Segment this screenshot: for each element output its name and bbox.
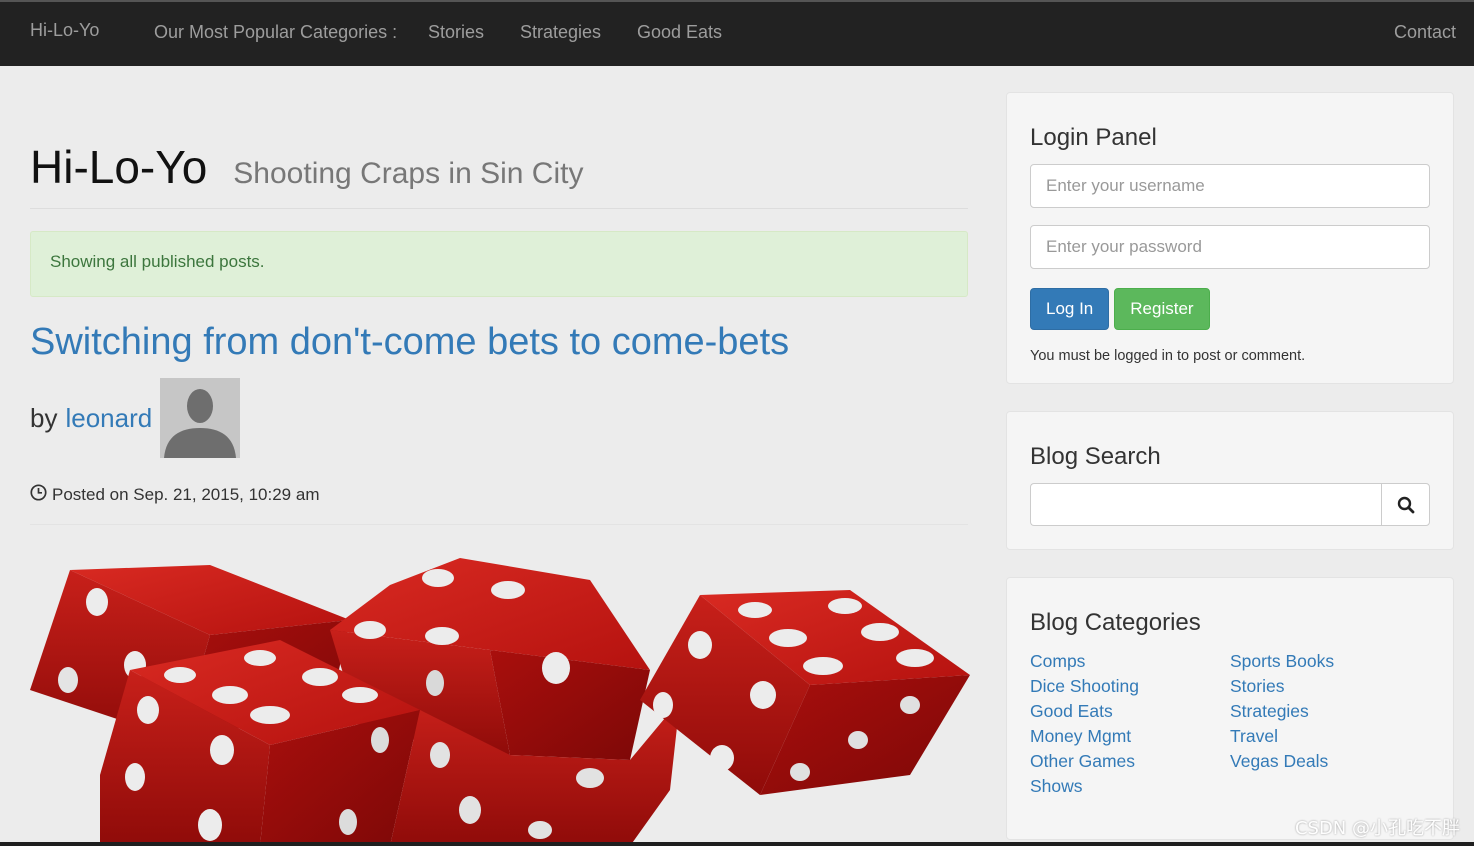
search-button[interactable] [1381, 483, 1430, 526]
login-buttons: Log In Register [1030, 288, 1430, 330]
post-title-link[interactable]: Switching from don't-come bets to come-b… [30, 321, 968, 364]
username-input[interactable] [1030, 164, 1430, 208]
categories-left-column: Comps Dice Shooting Good Eats Money Mgmt… [1030, 649, 1230, 799]
site-title: Hi-Lo-Yo [30, 141, 208, 193]
nav-link-good-eats[interactable]: Good Eats [637, 22, 722, 43]
category-item: Good Eats [1030, 699, 1230, 724]
nav-link-strategies[interactable]: Strategies [520, 22, 601, 43]
die-5 [640, 590, 970, 795]
site-subtitle: Shooting Craps in Sin City [233, 157, 584, 190]
categories-grid: Comps Dice Shooting Good Eats Money Mgmt… [1030, 649, 1430, 799]
post-date-text: Posted on Sep. 21, 2015, 10:29 am [52, 485, 320, 504]
watermark: CSDN @小孔吃不胖 [1294, 818, 1460, 839]
login-note: You must be logged in to post or comment… [1030, 348, 1306, 364]
author-avatar [160, 378, 241, 458]
category-item: Sports Books [1230, 649, 1430, 674]
category-item: Shows [1030, 774, 1230, 799]
category-link-shows[interactable]: Shows [1030, 776, 1083, 796]
categories-right-column: Sports Books Stories Strategies Travel V… [1230, 649, 1430, 799]
main-column: Hi-Lo-Yo Shooting Craps in Sin City Show… [30, 66, 968, 525]
category-link-strategies[interactable]: Strategies [1230, 701, 1309, 721]
category-link-good-eats[interactable]: Good Eats [1030, 701, 1113, 721]
category-item: Vegas Deals [1230, 749, 1430, 774]
category-item: Money Mgmt [1030, 724, 1230, 749]
byline-prefix: by [30, 402, 58, 433]
red-dice-image [30, 558, 970, 846]
post-date: Posted on Sep. 21, 2015, 10:29 am [30, 484, 968, 506]
category-item: Comps [1030, 649, 1230, 674]
page-header: Hi-Lo-Yo Shooting Craps in Sin City [30, 140, 968, 209]
category-link-vegas-deals[interactable]: Vegas Deals [1230, 751, 1328, 771]
category-link-travel[interactable]: Travel [1230, 726, 1278, 746]
search-icon [1397, 496, 1414, 513]
alert-success: Showing all published posts. [30, 231, 968, 297]
post-featured-image [30, 540, 970, 846]
nav-link-stories[interactable]: Stories [428, 22, 484, 43]
category-item: Dice Shooting [1030, 674, 1230, 699]
clock-icon [30, 484, 47, 506]
navbar-brand[interactable]: Hi-Lo-Yo [30, 20, 99, 41]
person-silhouette-icon [160, 378, 241, 458]
category-item: Other Games [1030, 749, 1230, 774]
search-input[interactable] [1030, 483, 1381, 526]
post-divider [30, 524, 968, 525]
navbar-categories-label: Our Most Popular Categories : [154, 22, 398, 42]
login-panel-title: Login Panel [1030, 124, 1157, 151]
category-link-other-games[interactable]: Other Games [1030, 751, 1135, 771]
blog-categories-panel: Blog Categories Comps Dice Shooting Good… [1006, 577, 1454, 840]
category-item: Stories [1230, 674, 1430, 699]
category-link-stories[interactable]: Stories [1230, 676, 1284, 696]
post-byline: by leonard [30, 378, 968, 458]
register-button[interactable]: Register [1114, 288, 1210, 330]
category-link-dice-shooting[interactable]: Dice Shooting [1030, 676, 1139, 696]
login-button[interactable]: Log In [1030, 288, 1110, 330]
blog-search-title: Blog Search [1030, 443, 1161, 470]
category-link-money-mgmt[interactable]: Money Mgmt [1030, 726, 1131, 746]
sidebar: Login Panel Log In Register You must be … [1006, 92, 1454, 846]
category-item: Strategies [1230, 699, 1430, 724]
bottom-border [0, 842, 1474, 846]
top-navbar: Hi-Lo-Yo Our Most Popular Categories : S… [0, 0, 1474, 66]
search-group [1030, 483, 1430, 526]
password-input[interactable] [1030, 225, 1430, 269]
category-link-sports-books[interactable]: Sports Books [1230, 651, 1334, 671]
category-link-comps[interactable]: Comps [1030, 651, 1085, 671]
author-link[interactable]: leonard [65, 403, 152, 434]
login-panel: Login Panel Log In Register You must be … [1006, 92, 1454, 384]
nav-link-contact[interactable]: Contact [1394, 22, 1456, 43]
blog-search-panel: Blog Search [1006, 411, 1454, 550]
blog-categories-title: Blog Categories [1030, 609, 1201, 636]
category-item: Travel [1230, 724, 1430, 749]
